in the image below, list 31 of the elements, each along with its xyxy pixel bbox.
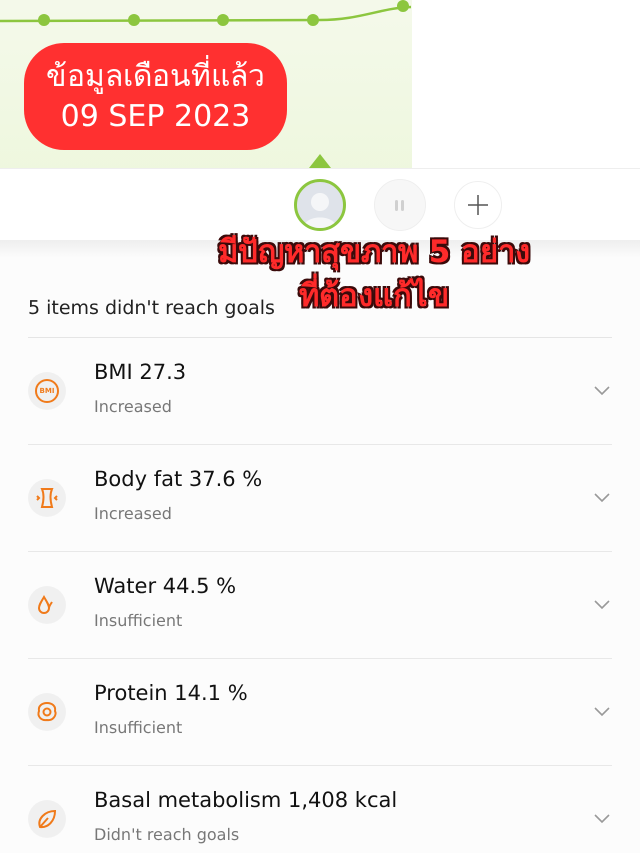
item-title: Water 44.5 % [94, 573, 238, 600]
result-row[interactable]: Basal metabolism 1,408 kcal Didn't reach goals [28, 766, 612, 853]
chevron-icon[interactable] [594, 707, 610, 717]
caption-text: มีปัญหาสุขภาพ 5 อย่าง [218, 233, 530, 272]
chevron-icon[interactable] [594, 386, 610, 396]
plus-icon [467, 194, 489, 216]
add-button[interactable] [454, 180, 502, 228]
result-row[interactable]: Protein 14.1 % Insufficient [28, 659, 612, 766]
badge-text: ข้อมูลเดือนที่แล้ว [46, 56, 265, 96]
avatar-button[interactable] [294, 178, 346, 230]
item-status: Didn't reach goals [94, 824, 240, 846]
item-status: Increased [94, 503, 173, 525]
egg-icon [35, 700, 59, 724]
chevron-icon[interactable] [594, 493, 610, 503]
item-title: Basal metabolism 1,408 kcal [94, 787, 398, 814]
chevron-icon[interactable] [594, 600, 610, 610]
item-status: Increased [94, 396, 173, 418]
caption-text: ที่ต้องแก้ไข [299, 274, 450, 318]
summary-text: 5 items didn't reach goals [28, 296, 275, 321]
waist-icon [35, 486, 59, 510]
item-title: Protein 14.1 % [94, 680, 249, 707]
item-title: BMI 27.3 [94, 359, 188, 386]
scale-mode-button[interactable] [374, 178, 426, 230]
item-status: Insufficient [94, 717, 184, 739]
result-row[interactable]: Water 44.5 % Insufficient [28, 552, 612, 659]
pointer-icon [309, 154, 331, 168]
item-title: Body fat 37.6 % [94, 466, 264, 493]
badge-text: 09 SEP 2023 [60, 98, 250, 136]
chevron-icon[interactable] [594, 814, 610, 824]
item-status: Insufficient [94, 610, 184, 632]
result-row[interactable]: Body fat 37.6 % Increased [28, 445, 612, 552]
